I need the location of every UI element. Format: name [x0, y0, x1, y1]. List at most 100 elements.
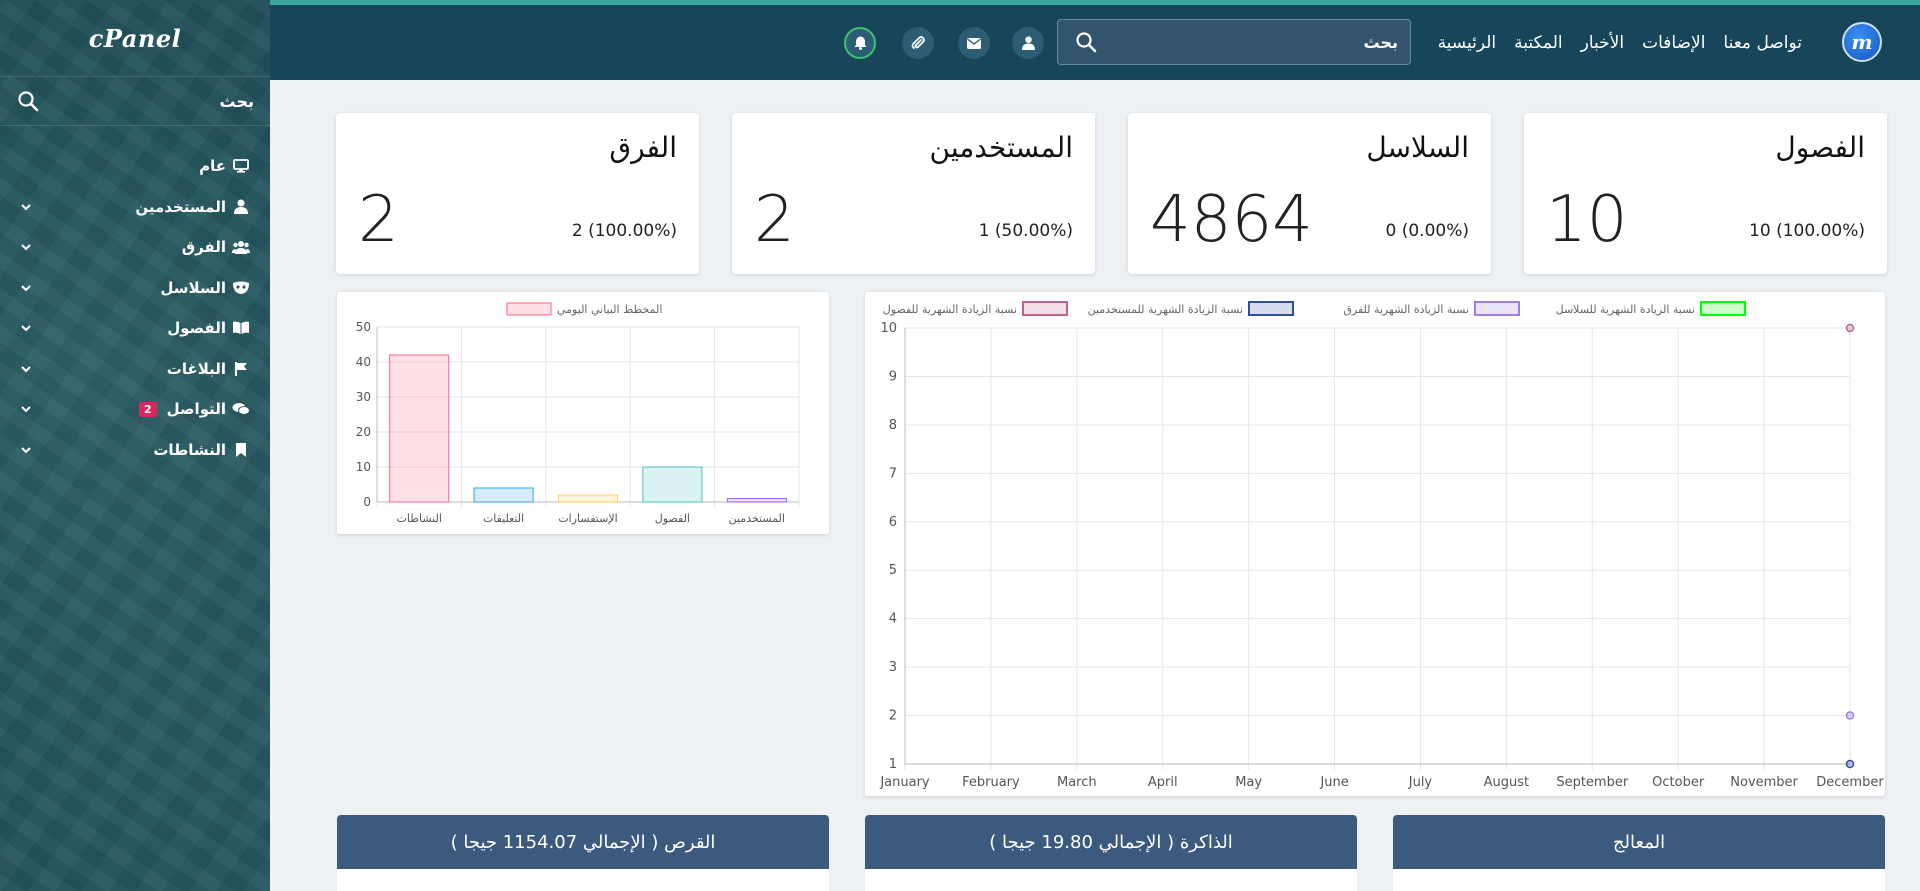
- monitor-icon: [232, 158, 250, 174]
- bookmark-icon: [232, 442, 250, 458]
- sidebar-item-label: الفرق: [181, 238, 226, 257]
- y-tick-label: 3: [889, 660, 897, 675]
- x-tick-label: July: [1408, 775, 1433, 790]
- stat-value: 2: [358, 183, 399, 257]
- stat-card-users: المستخدمين 1 (50.00%) 2: [732, 113, 1095, 274]
- y-tick-label: 9: [889, 369, 897, 384]
- legend-swatch: [1022, 301, 1068, 316]
- sidebar-item-contact[interactable]: التواصل 2: [0, 389, 270, 430]
- legend-label: نسبة الزيادة الشهرية للمستخدمين: [1088, 303, 1243, 316]
- y-tick-label: 8: [889, 418, 897, 433]
- nav-addons[interactable]: الإضافات: [1642, 33, 1705, 53]
- sidebar-item-activities[interactable]: النشاطات: [0, 430, 270, 471]
- stat-title: المستخدمين: [929, 131, 1073, 164]
- bar: [642, 466, 703, 503]
- bar: [557, 494, 619, 503]
- users-icon: [232, 239, 250, 255]
- x-tick-label: January: [879, 775, 930, 790]
- stat-change: 1 (50.00%): [978, 221, 1073, 241]
- sidebar-item-series[interactable]: السلاسل: [0, 268, 270, 309]
- x-tick-label: April: [1148, 775, 1178, 790]
- x-tick-label: September: [1556, 775, 1629, 790]
- stat-value: 10: [1546, 183, 1628, 257]
- monthly-line-chart: نسبة الزيادة الشهرية للسلاسل نسبة الزيادة…: [879, 301, 1884, 790]
- chevron-down-icon: [21, 325, 31, 332]
- chevron-down-icon: [21, 366, 31, 373]
- x-tick-label: December: [1816, 775, 1884, 790]
- data-point: [1845, 711, 1855, 720]
- chevron-down-icon: [21, 406, 31, 413]
- cpanel-logo[interactable]: cPanel: [0, 0, 270, 76]
- x-tick-label: May: [1235, 775, 1262, 790]
- chevron-down-icon: [21, 244, 31, 251]
- chevron-down-icon: [21, 447, 31, 454]
- sidebar-item-label: عام: [199, 157, 226, 176]
- nav-news[interactable]: الأخبار: [1581, 33, 1624, 53]
- sidebar-item-teams[interactable]: الفرق: [0, 227, 270, 268]
- sidebar-item-users[interactable]: المستخدمين: [0, 187, 270, 228]
- memory-panel-header: الذاكرة ( الإجمالي 19.80 جيجا ): [865, 815, 1357, 869]
- sidebar: cPanel بحث عام المستخدمين الفرق السلاسل …: [0, 0, 270, 891]
- sidebar-item-label: البلاغات: [166, 359, 226, 378]
- legend-swatch: [1700, 301, 1746, 316]
- sidebar-item-general[interactable]: عام: [0, 146, 270, 187]
- messages-button[interactable]: [958, 27, 990, 59]
- stat-card-chapters: الفصول 10 (100.00%) 10: [1524, 113, 1887, 274]
- profile-button[interactable]: [1012, 27, 1044, 59]
- y-tick-label: 1: [889, 757, 897, 772]
- daily-bar-chart: المخطط البياني اليومي 0 10 20 30 40 50 النشاطات…: [356, 302, 800, 525]
- y-tick-label: 10: [356, 460, 371, 474]
- chevron-down-icon: [21, 285, 31, 292]
- stat-title: الفصول: [1775, 131, 1865, 164]
- nav-contact-us[interactable]: تواصل معنا: [1723, 33, 1802, 53]
- data-point: [1845, 759, 1855, 769]
- monthly-line-chart-panel: نسبة الزيادة الشهرية للسلاسل نسبة الزيادة…: [865, 292, 1885, 796]
- search-input[interactable]: بحث: [1057, 19, 1411, 65]
- y-tick-label: 5: [889, 563, 897, 578]
- stat-change: 0 (0.00%): [1385, 221, 1470, 241]
- book-icon: [232, 320, 250, 336]
- bar: [726, 498, 787, 503]
- contact-count-badge: 2: [139, 401, 157, 417]
- site-logo[interactable]: m: [1842, 22, 1882, 62]
- stat-title: السلاسل: [1366, 131, 1469, 164]
- mask-icon: [232, 280, 250, 296]
- sidebar-item-label: النشاطات: [153, 440, 226, 459]
- sidebar-search[interactable]: بحث: [0, 76, 270, 126]
- legend-label: نسبة الزيادة الشهرية للسلاسل: [1556, 303, 1695, 316]
- top-navbar: m الرئيسية المكتبة الأخبار الإضافات تواص…: [270, 0, 1920, 80]
- x-tick-label: October: [1652, 775, 1705, 790]
- chevron-down-icon: [21, 204, 31, 211]
- y-tick-label: 0: [363, 495, 371, 509]
- x-tick-label: August: [1484, 775, 1530, 790]
- notifications-button[interactable]: [844, 27, 876, 59]
- nav-home[interactable]: الرئيسية: [1438, 33, 1497, 53]
- stat-change: 10 (100.00%): [1749, 221, 1865, 241]
- bar: [473, 487, 534, 503]
- legend-label: المخطط البياني اليومي: [557, 303, 662, 316]
- sidebar-item-label: السلاسل: [160, 278, 226, 297]
- sidebar-item-chapters[interactable]: الفصول: [0, 308, 270, 349]
- y-tick-label: 10: [880, 321, 897, 336]
- legend-label: نسبة الزيادة الشهرية للفرق: [1343, 303, 1469, 316]
- search-icon[interactable]: [16, 89, 40, 113]
- stat-value: 4864: [1150, 183, 1313, 257]
- x-tick-label: الإستفسارات: [558, 512, 617, 525]
- legend-swatch: [1248, 301, 1294, 316]
- stat-card-series: السلاسل 0 (0.00%) 4864: [1128, 113, 1491, 274]
- nav-library[interactable]: المكتبة: [1514, 33, 1563, 53]
- x-tick-label: February: [962, 775, 1020, 790]
- legend-swatch: [1474, 301, 1520, 316]
- y-tick-label: 2: [889, 709, 897, 724]
- search-icon[interactable]: [1074, 30, 1098, 54]
- cpu-panel-body: [1393, 869, 1885, 891]
- sidebar-item-reports[interactable]: البلاغات: [0, 349, 270, 390]
- user-icon: [232, 199, 250, 215]
- sidebar-item-label: المستخدمين: [135, 197, 226, 216]
- x-tick-label: March: [1057, 775, 1097, 790]
- comments-icon: [232, 401, 250, 417]
- attachments-button[interactable]: [902, 27, 934, 59]
- x-tick-label: November: [1730, 775, 1798, 790]
- stat-change: 2 (100.00%): [571, 221, 677, 241]
- y-tick-label: 40: [356, 355, 371, 369]
